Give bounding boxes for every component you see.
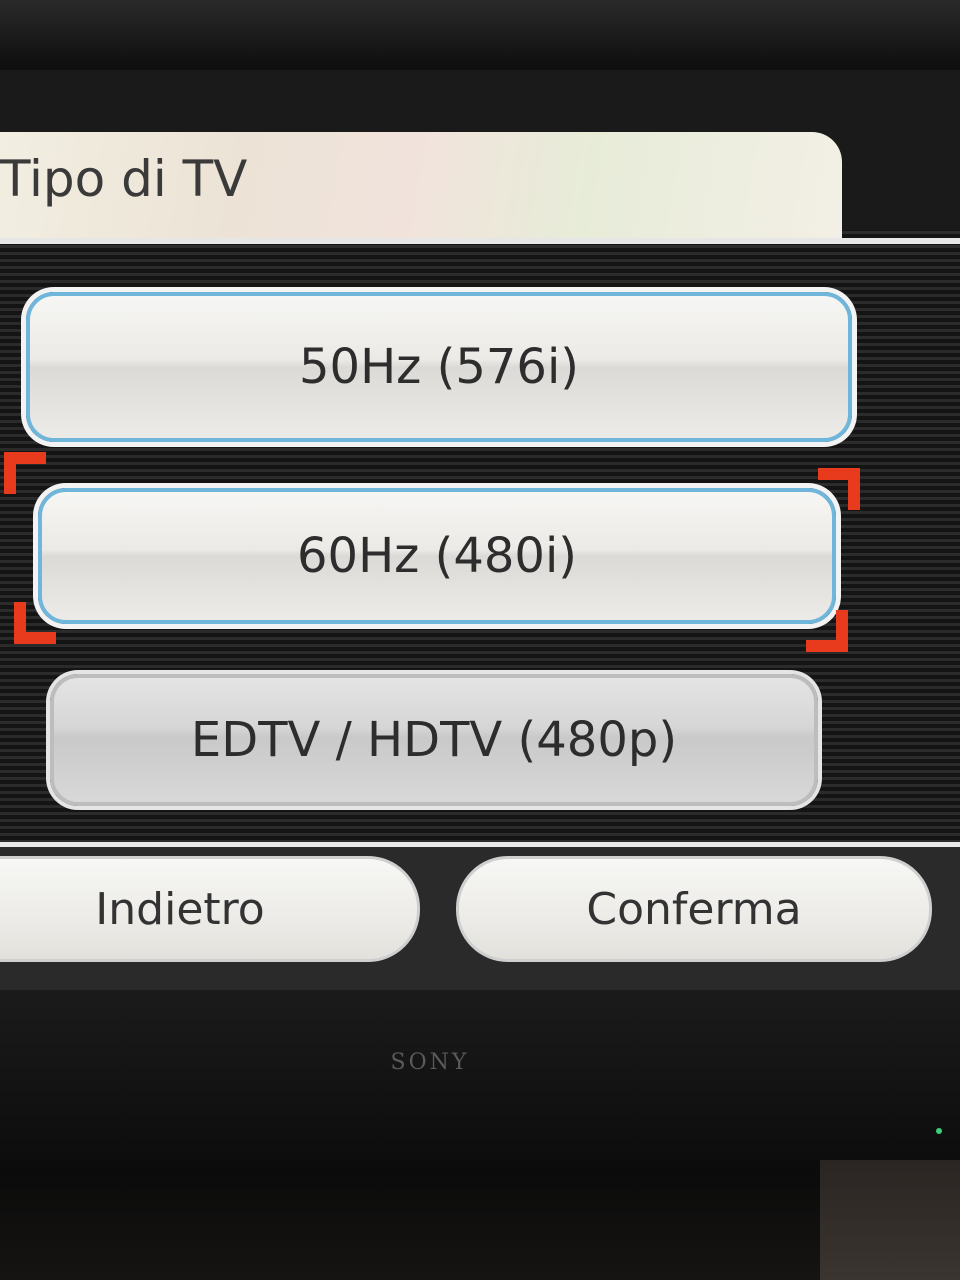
focus-bracket-bottom-right xyxy=(806,610,848,652)
tv-stand xyxy=(0,1170,960,1280)
confirm-button-label: Conferma xyxy=(586,883,802,935)
photo-frame: Tipo di TV 50Hz (576i) 60Hz (480i) EDTV … xyxy=(0,0,960,1280)
option-label: EDTV / HDTV (480p) xyxy=(190,712,678,768)
background-wall xyxy=(820,1160,960,1280)
option-edtv-hdtv-480p[interactable]: EDTV / HDTV (480p) xyxy=(50,674,818,806)
focus-bracket-top-left xyxy=(4,452,46,494)
option-50hz-576i[interactable]: 50Hz (576i) xyxy=(26,292,852,442)
focus-bracket-bottom-left xyxy=(14,602,56,644)
title-divider xyxy=(0,238,960,244)
page-title: Tipo di TV xyxy=(0,150,248,208)
tv-bezel-bottom xyxy=(0,990,960,1170)
brand-logo: SONY xyxy=(390,1050,470,1075)
confirm-button[interactable]: Conferma xyxy=(456,856,932,962)
back-button-label: Indietro xyxy=(95,883,265,935)
option-60hz-480i[interactable]: 60Hz (480i) xyxy=(38,488,836,624)
back-button[interactable]: Indietro xyxy=(0,856,420,962)
focus-bracket-top-right xyxy=(818,468,860,510)
power-led-icon xyxy=(936,1128,942,1134)
option-label: 60Hz (480i) xyxy=(296,528,578,584)
option-label: 50Hz (576i) xyxy=(298,339,580,395)
tv-screen: Tipo di TV 50Hz (576i) 60Hz (480i) EDTV … xyxy=(0,70,960,995)
